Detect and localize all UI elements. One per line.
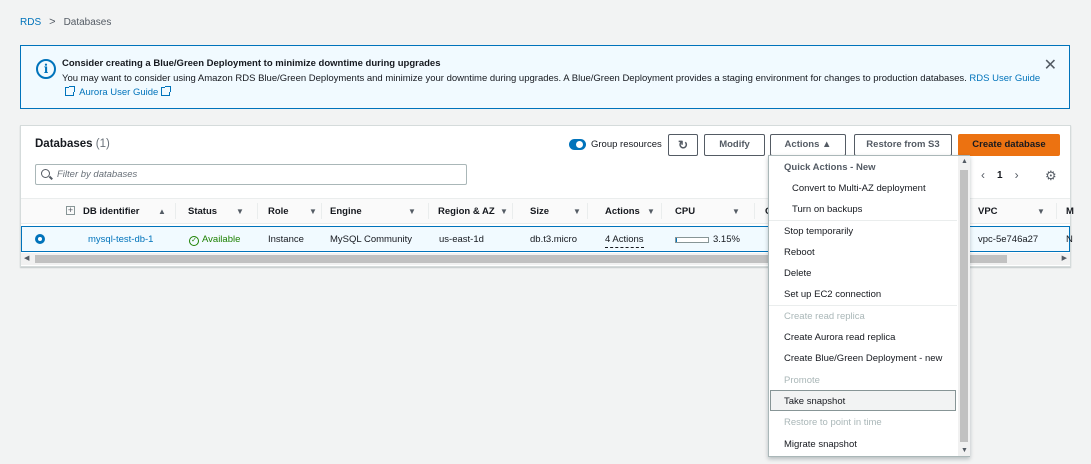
scroll-left-icon[interactable]: ◀	[24, 254, 29, 262]
region-cell: us-east-1d	[439, 234, 484, 245]
menu-header-quick-actions: Quick Actions - New	[784, 162, 876, 173]
cpu-bar-fill	[676, 238, 677, 242]
prev-page-icon[interactable]: ‹	[981, 168, 985, 182]
menu-scrollbar[interactable]: ▲ ▼	[958, 156, 970, 456]
refresh-button[interactable]: ↻	[668, 134, 698, 156]
breadcrumb-rds[interactable]: RDS	[20, 17, 41, 28]
check-circle-icon: ✓	[189, 236, 199, 246]
role-cell: Instance	[268, 234, 304, 245]
row-select-radio[interactable]	[35, 234, 45, 244]
gear-icon[interactable]: ⚙	[1045, 168, 1057, 184]
info-banner: i Consider creating a Blue/Green Deploym…	[20, 45, 1070, 109]
col-db-identifier[interactable]: DB identifier ▲	[83, 203, 176, 219]
col-engine[interactable]: Engine ▼	[330, 203, 429, 219]
actions-count[interactable]: 4 Actions	[605, 234, 644, 248]
banner-text: You may want to consider using Amazon RD…	[62, 72, 1052, 100]
menu-item-take-snapshot[interactable]: Take snapshot	[784, 396, 845, 407]
refresh-icon: ↻	[677, 138, 689, 152]
menu-item-turn-on-backups[interactable]: Turn on backups	[792, 204, 862, 215]
filter-input[interactable]: Filter by databases	[35, 164, 467, 185]
menu-item-blue-green[interactable]: Create Blue/Green Deployment - new	[784, 353, 942, 364]
col-size[interactable]: Size ▼	[530, 203, 588, 219]
chevron-right-icon: >	[49, 16, 56, 28]
page-number[interactable]: 1	[997, 170, 1003, 181]
col-vpc[interactable]: VPC ▼	[978, 203, 1057, 219]
actions-menu: Quick Actions - New Convert to Multi-AZ …	[768, 155, 970, 457]
breadcrumb-current: Databases	[63, 16, 112, 28]
panel-title-text: Databases	[35, 138, 93, 150]
aurora-user-guide-link[interactable]: Aurora User Guide	[79, 87, 158, 98]
scroll-down-icon[interactable]: ▼	[961, 447, 968, 454]
db-count: (1)	[95, 138, 110, 150]
menu-item-promote: Promote	[784, 375, 820, 386]
col-status[interactable]: Status ▼	[188, 203, 258, 219]
status-badge: ✓ Available	[189, 234, 240, 246]
menu-item-aurora-read-replica[interactable]: Create Aurora read replica	[784, 332, 895, 343]
scroll-up-icon[interactable]: ▲	[961, 158, 968, 165]
info-icon: i	[36, 59, 56, 79]
menu-item-convert-multi-az[interactable]: Convert to Multi-AZ deployment	[792, 183, 926, 194]
menu-divider	[769, 220, 957, 221]
modify-button[interactable]: Modify	[704, 134, 765, 156]
col-region-az[interactable]: Region & AZ ▼	[438, 203, 513, 219]
external-link-icon	[65, 86, 75, 96]
col-role[interactable]: Role ▼	[268, 203, 322, 219]
menu-item-stop[interactable]: Stop temporarily	[784, 226, 853, 237]
menu-scrollbar-thumb[interactable]	[960, 170, 968, 442]
filter-placeholder: Filter by databases	[57, 169, 138, 180]
col-cpu[interactable]: CPU ▼	[675, 203, 755, 219]
expand-all-icon[interactable]: +	[66, 206, 75, 215]
vpc-cell[interactable]: vpc-5e746a27	[978, 234, 1038, 245]
external-link-icon	[161, 86, 172, 96]
group-resources-label: Group resources	[591, 139, 662, 150]
breadcrumb: RDS > Databases	[20, 16, 111, 28]
menu-item-reboot[interactable]: Reboot	[784, 247, 815, 258]
next-page-icon[interactable]: ›	[1015, 168, 1019, 182]
close-icon[interactable]: ✕	[1044, 55, 1057, 75]
actions-button[interactable]: Actions ▲	[770, 134, 846, 156]
rds-user-guide-link[interactable]: RDS User Guide	[969, 73, 1040, 84]
banner-body: You may want to consider using Amazon RD…	[62, 73, 967, 84]
group-resources-toggle[interactable]	[569, 139, 586, 150]
col-actions[interactable]: Actions ▼	[605, 203, 662, 219]
size-cell: db.t3.micro	[530, 234, 577, 245]
create-database-button[interactable]: Create database	[958, 134, 1060, 156]
pagination: ‹ 1 ›	[981, 168, 1019, 182]
search-icon	[41, 169, 50, 178]
col-m[interactable]: M	[1066, 206, 1074, 217]
engine-cell: MySQL Community	[330, 234, 412, 245]
menu-item-ec2-connection[interactable]: Set up EC2 connection	[784, 289, 881, 300]
menu-item-create-read-replica: Create read replica	[784, 311, 865, 322]
menu-divider	[769, 305, 957, 306]
restore-from-s3-button[interactable]: Restore from S3	[854, 134, 952, 156]
scroll-right-icon[interactable]: ▶	[1062, 254, 1067, 262]
db-identifier-link[interactable]: mysql-test-db-1	[88, 234, 153, 245]
banner-title: Consider creating a Blue/Green Deploymen…	[62, 58, 441, 69]
menu-item-migrate-snapshot[interactable]: Migrate snapshot	[784, 439, 857, 450]
menu-item-delete[interactable]: Delete	[784, 268, 811, 279]
panel-title: Databases (1)	[35, 138, 110, 150]
cpu-value: 3.15%	[713, 234, 740, 245]
cpu-bar	[675, 237, 709, 243]
menu-item-restore-point-in-time: Restore to point in time	[784, 417, 882, 428]
m-cell: N	[1066, 234, 1073, 245]
